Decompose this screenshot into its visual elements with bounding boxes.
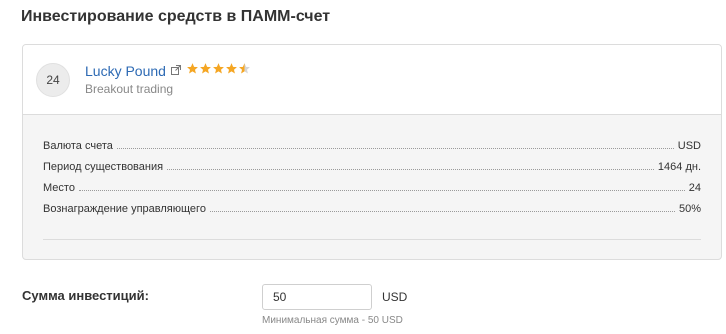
star-half-icon <box>239 63 250 74</box>
external-link-icon[interactable] <box>171 65 181 75</box>
dotted-leader <box>209 211 675 212</box>
account-name-link[interactable]: Lucky Pound <box>85 63 166 79</box>
detail-label: Валюта счета <box>43 140 113 152</box>
investment-amount-input[interactable] <box>262 284 372 310</box>
rating-stars <box>186 62 251 75</box>
investment-amount-label: Сумма инвестиций: <box>22 288 149 303</box>
pamm-account-card: 24 Lucky Pound Breakout trading Валюта с… <box>22 44 722 260</box>
detail-row-place: Место 24 <box>43 178 701 194</box>
star-full-icon <box>226 63 237 74</box>
account-strategy: Breakout trading <box>85 82 174 96</box>
investment-currency: USD <box>382 290 408 304</box>
page-title: Инвестирование средств в ПАММ-счет <box>21 8 331 25</box>
detail-value: 1464 дн. <box>657 161 701 173</box>
detail-value: 24 <box>688 182 701 194</box>
detail-row-period: Период существования 1464 дн. <box>43 157 701 173</box>
detail-row-currency: Валюта счета USD <box>43 136 701 152</box>
star-full-icon <box>213 63 224 74</box>
star-full-icon <box>187 63 198 74</box>
detail-label: Период существования <box>43 161 164 173</box>
card-divider <box>43 239 701 240</box>
dotted-leader <box>167 169 654 170</box>
minimum-amount-note: Минимальная сумма - 50 USD <box>262 315 403 326</box>
star-full-icon <box>200 63 211 74</box>
account-header: 24 Lucky Pound Breakout trading <box>23 45 721 115</box>
dotted-leader <box>116 148 674 149</box>
dotted-leader <box>78 190 685 191</box>
detail-label: Место <box>43 182 75 194</box>
detail-value: 50% <box>678 203 701 215</box>
rank-badge: 24 <box>36 63 70 97</box>
detail-label: Вознаграждение управляющего <box>43 203 206 215</box>
detail-row-reward: Вознаграждение управляющего 50% <box>43 199 701 215</box>
detail-value: USD <box>677 140 701 152</box>
